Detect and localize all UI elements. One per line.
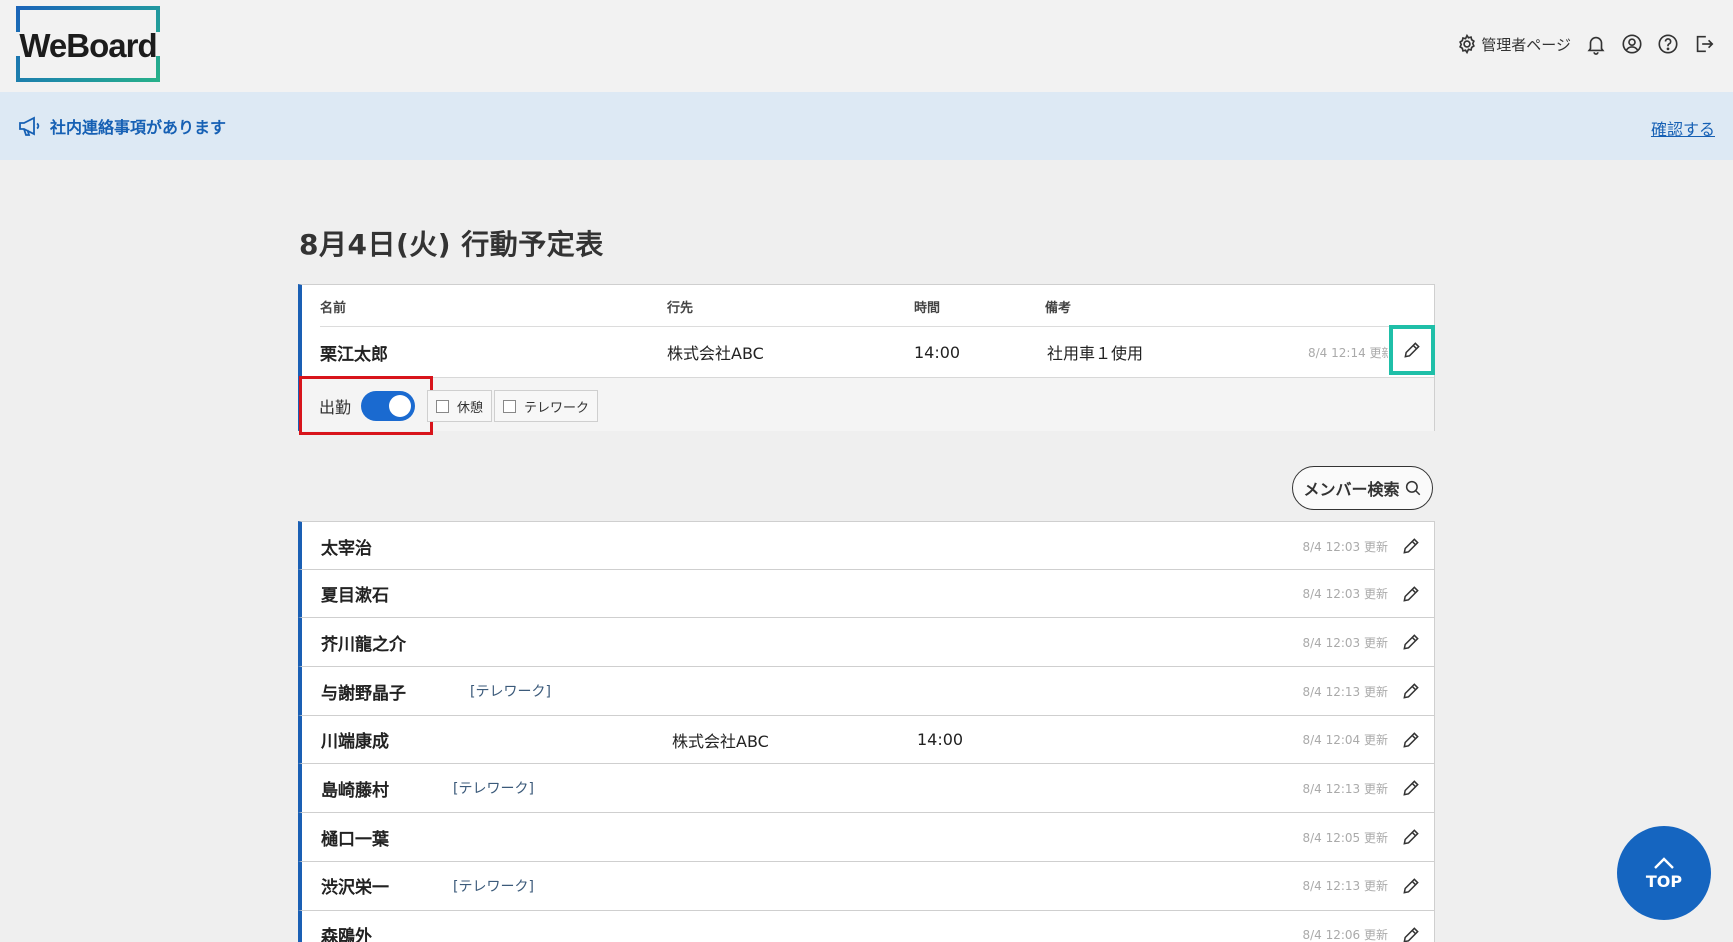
member-search-button[interactable]: メンバー検索 bbox=[1292, 466, 1433, 510]
member-status-tag: [テレワーク] bbox=[470, 684, 551, 701]
attend-toggle-group: 出勤 bbox=[299, 376, 433, 435]
member-updated-time: 8/4 12:06 更新 bbox=[1302, 928, 1388, 942]
my-time: 14:00 bbox=[914, 342, 961, 362]
member-updated-time: 8/4 12:13 更新 bbox=[1302, 879, 1388, 894]
header-note: 備考 bbox=[1045, 301, 1072, 316]
my-destination: 株式会社ABC bbox=[667, 344, 764, 363]
member-edit-button[interactable] bbox=[1388, 716, 1434, 764]
member-row: 島崎藤村 [テレワーク] 8/4 12:13 更新 bbox=[298, 764, 1435, 814]
chevron-up-icon bbox=[1654, 856, 1674, 869]
app-header: WeBoard 管理者ページ bbox=[0, 0, 1733, 92]
notice-bar: 社内連絡事項があります 確認する bbox=[0, 92, 1733, 160]
bell-icon[interactable] bbox=[1585, 33, 1607, 55]
member-name: 渋沢栄一 bbox=[321, 878, 389, 899]
member-edit-button[interactable] bbox=[1388, 570, 1434, 618]
member-search-label: メンバー検索 bbox=[1303, 480, 1400, 499]
member-updated-time: 8/4 12:13 更新 bbox=[1302, 684, 1388, 699]
admin-page-link[interactable]: 管理者ページ bbox=[1456, 33, 1571, 55]
member-edit-button[interactable] bbox=[1388, 813, 1434, 861]
user-icon[interactable] bbox=[1621, 33, 1643, 55]
member-updated-time: 8/4 12:05 更新 bbox=[1302, 830, 1388, 845]
status-bar: 出勤 休憩 テレワーク bbox=[299, 376, 1434, 435]
scroll-top-button[interactable]: TOP bbox=[1617, 826, 1711, 920]
pencil-icon bbox=[1403, 780, 1419, 797]
header-destination: 行先 bbox=[667, 301, 694, 316]
checkbox-box bbox=[436, 399, 449, 413]
logo-text: WeBoard bbox=[19, 27, 157, 64]
break-label: 休憩 bbox=[457, 400, 484, 416]
member-edit-button[interactable] bbox=[1388, 618, 1434, 666]
member-row: 夏目漱石 8/4 12:03 更新 bbox=[298, 569, 1435, 619]
member-name: 芥川龍之介 bbox=[321, 634, 406, 655]
member-edit-button[interactable] bbox=[1388, 862, 1434, 910]
admin-page-label: 管理者ページ bbox=[1481, 35, 1571, 54]
break-checkbox[interactable]: 休憩 bbox=[427, 390, 493, 422]
megaphone-icon bbox=[19, 116, 40, 136]
member-name: 太宰治 bbox=[321, 538, 372, 559]
member-name: 夏目漱石 bbox=[321, 586, 389, 607]
member-edit-button[interactable] bbox=[1388, 522, 1434, 570]
member-name: 森鴎外 bbox=[321, 927, 372, 942]
my-updated-time: 8/4 12:14 更新 bbox=[1308, 345, 1388, 360]
member-updated-time: 8/4 12:04 更新 bbox=[1302, 733, 1388, 748]
member-row: 森鴎外 8/4 12:06 更新 bbox=[298, 910, 1435, 942]
my-edit-button[interactable] bbox=[1389, 325, 1435, 375]
header-actions: 管理者ページ bbox=[1456, 30, 1715, 58]
pencil-icon bbox=[1404, 342, 1420, 358]
member-updated-time: 8/4 12:03 更新 bbox=[1302, 587, 1388, 602]
page-title: 8月4日(火) 行動予定表 bbox=[299, 228, 604, 261]
member-destination: 株式会社ABC bbox=[672, 731, 769, 751]
pencil-icon bbox=[1403, 829, 1419, 845]
pencil-icon bbox=[1403, 926, 1419, 942]
member-updated-time: 8/4 12:03 更新 bbox=[1302, 635, 1388, 650]
header-name: 名前 bbox=[320, 301, 347, 316]
checkbox-box bbox=[503, 399, 516, 413]
notice-message: 社内連絡事項があります bbox=[50, 118, 227, 137]
member-status-tag: [テレワーク] bbox=[453, 781, 534, 798]
logout-icon[interactable] bbox=[1693, 33, 1715, 55]
member-name: 川端康成 bbox=[321, 732, 389, 753]
member-row: 渋沢栄一 [テレワーク] 8/4 12:13 更新 bbox=[298, 861, 1435, 911]
member-time: 14:00 bbox=[917, 730, 964, 750]
member-row: 川端康成 株式会社ABC 14:00 8/4 12:04 更新 bbox=[298, 715, 1435, 765]
member-name: 島崎藤村 bbox=[321, 780, 389, 801]
my-name: 栗江太郎 bbox=[320, 344, 388, 365]
attend-toggle[interactable] bbox=[361, 390, 416, 421]
notice-message-group: 社内連絡事項があります bbox=[18, 114, 226, 138]
pencil-icon bbox=[1403, 732, 1419, 748]
my-note: 社用車１使用 bbox=[1047, 344, 1144, 363]
confirm-notice-link[interactable]: 確認する bbox=[1651, 116, 1715, 140]
member-edit-button[interactable] bbox=[1388, 911, 1434, 942]
member-name: 樋口一葉 bbox=[321, 829, 389, 850]
pencil-icon bbox=[1403, 683, 1419, 699]
member-row: 与謝野晶子 [テレワーク] 8/4 12:13 更新 bbox=[298, 667, 1435, 716]
pencil-icon bbox=[1403, 634, 1419, 650]
member-updated-time: 8/4 12:13 更新 bbox=[1302, 781, 1388, 796]
member-name: 与謝野晶子 bbox=[321, 683, 406, 704]
header-time: 時間 bbox=[914, 301, 941, 316]
member-updated-time: 8/4 12:03 更新 bbox=[1302, 539, 1388, 554]
pencil-icon bbox=[1403, 585, 1419, 602]
member-status-tag: [テレワーク] bbox=[453, 878, 534, 895]
my-schedule-row: 栗江太郎 株式会社ABC 14:00 社用車１使用 8/4 12:14 更新 bbox=[302, 325, 1435, 377]
toggle-knob bbox=[389, 394, 412, 417]
member-row: 芥川龍之介 8/4 12:03 更新 bbox=[298, 618, 1435, 668]
telework-checkbox[interactable]: テレワーク bbox=[494, 390, 599, 422]
member-row: 樋口一葉 8/4 12:05 更新 bbox=[298, 813, 1435, 862]
search-icon bbox=[1405, 480, 1420, 496]
member-row: 太宰治 8/4 12:03 更新 bbox=[298, 521, 1435, 570]
telework-label: テレワーク bbox=[524, 400, 590, 416]
weboard-logo[interactable]: WeBoard bbox=[10, 6, 166, 82]
member-edit-button[interactable] bbox=[1388, 764, 1434, 812]
gear-icon bbox=[1456, 33, 1478, 55]
member-edit-button[interactable] bbox=[1388, 667, 1434, 715]
pencil-icon bbox=[1403, 878, 1419, 894]
pencil-icon bbox=[1403, 538, 1419, 554]
my-schedule-card: 名前 行先 時間 備考 栗江太郎 株式会社ABC 14:00 社用車１使用 8/… bbox=[298, 284, 1435, 435]
top-button-label: TOP bbox=[1645, 871, 1683, 891]
attend-label: 出勤 bbox=[319, 397, 352, 417]
help-icon[interactable] bbox=[1657, 33, 1679, 55]
member-list: 太宰治 8/4 12:03 更新 夏目漱石 8/4 12:03 更新 芥川龍之介 8/4 … bbox=[298, 521, 1435, 942]
